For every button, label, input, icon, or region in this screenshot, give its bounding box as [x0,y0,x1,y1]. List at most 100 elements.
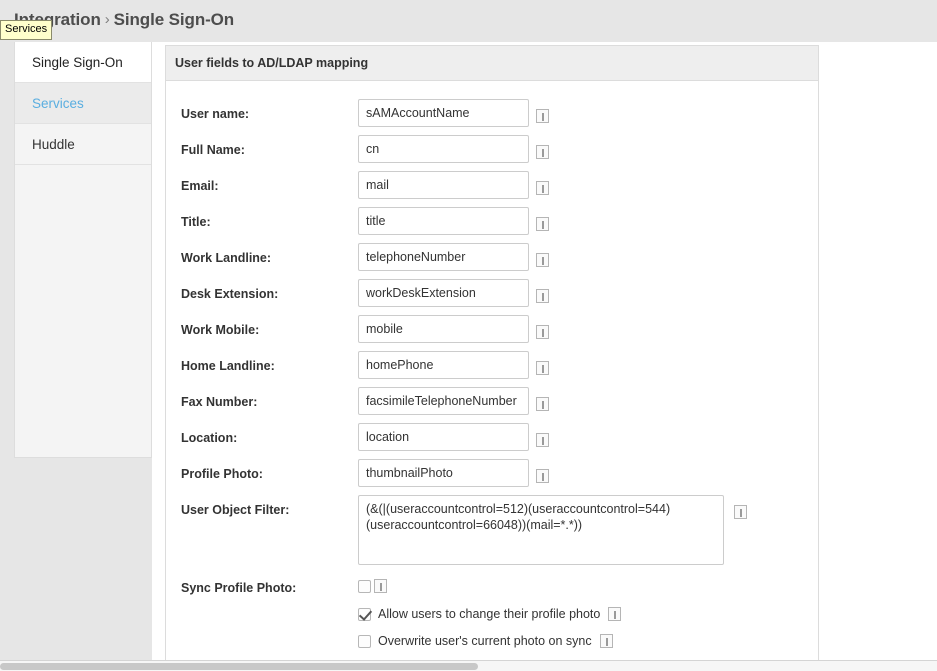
field-control [358,387,529,415]
option-row-overwrite-photo: Overwrite user's current photo on sync [166,631,818,658]
info-wrap [536,395,549,413]
sidebar-item-single-sign-on[interactable]: Single Sign-On [15,42,151,83]
info-icon[interactable] [536,360,549,375]
info-icon[interactable] [536,288,549,303]
home-landline-input[interactable] [358,351,529,379]
field-label: Title: [181,215,211,229]
info-icon[interactable] [536,468,549,483]
full-name-input[interactable] [358,135,529,163]
field-row-user-object-filter: User Object Filter: (&(|(useraccountcont… [166,492,818,576]
field-row-work-mobile: Work Mobile: [166,312,818,348]
field-label: Work Mobile: [181,323,260,337]
field-row-desk-extension: Desk Extension: [166,276,818,312]
field-row-location: Location: [166,420,818,456]
info-wrap [536,467,549,485]
info-wrap [536,179,549,197]
info-icon[interactable] [536,144,549,159]
field-label: Desk Extension: [181,287,279,301]
field-control [358,351,529,379]
info-wrap [536,215,549,233]
overwrite-photo-checkbox[interactable] [358,634,371,648]
page-root: Integration › Single Sign-On Services Sing… [0,0,937,671]
info-wrap [536,143,549,161]
info-wrap [536,431,549,449]
panel-body: User name: Full Name: Email: [166,81,818,658]
field-row-sync-profile-photo: Sync Profile Photo: [166,576,818,604]
sidebar-item-label: Services [32,96,84,111]
allow-change-photo-label: Allow users to change their profile phot… [378,607,601,621]
field-row-work-landline: Work Landline: [166,240,818,276]
field-label: User name: [181,107,250,121]
field-label: Location: [181,431,238,445]
info-icon[interactable] [599,634,613,648]
overwrite-photo-area: Overwrite user's current photo on sync [358,634,613,648]
panel-title: User fields to AD/LDAP mapping [166,46,818,81]
info-icon[interactable] [536,324,549,339]
field-label: User Object Filter: [181,503,290,517]
field-control [358,99,529,127]
fax-number-input[interactable] [358,387,529,415]
field-row-title: Title: [166,204,818,240]
allow-change-photo-area: Allow users to change their profile phot… [358,607,622,621]
work-landline-input[interactable] [358,243,529,271]
title-input[interactable] [358,207,529,235]
user-name-input[interactable] [358,99,529,127]
field-control [358,423,529,451]
field-control [358,135,529,163]
sync-profile-photo-checkbox[interactable] [358,579,371,593]
field-row-full-name: Full Name: [166,132,818,168]
field-row-email: Email: [166,168,818,204]
info-icon[interactable] [734,504,747,519]
work-mobile-input[interactable] [358,315,529,343]
info-icon[interactable] [374,579,387,593]
field-control [358,243,529,271]
field-row-fax-number: Fax Number: [166,384,818,420]
sidebar: Single Sign-On Services Huddle [14,42,152,458]
info-icon[interactable] [536,216,549,231]
main-panel: User fields to AD/LDAP mapping User name… [165,45,819,661]
field-control [358,315,529,343]
desk-extension-input[interactable] [358,279,529,307]
info-wrap [536,323,549,341]
scrollbar-thumb[interactable] [0,663,478,670]
field-row-user-name: User name: [166,96,818,132]
field-control [358,279,529,307]
overwrite-photo-label: Overwrite user's current photo on sync [378,634,592,648]
field-control [358,459,529,487]
info-wrap [536,359,549,377]
allow-change-photo-checkbox[interactable] [358,607,371,621]
field-label: Sync Profile Photo: [181,581,297,595]
info-icon[interactable] [536,432,549,447]
field-row-home-landline: Home Landline: [166,348,818,384]
info-wrap [536,287,549,305]
sync-profile-photo-area [358,579,387,593]
field-control: (&(|(useraccountcontrol=512)(useraccount… [358,495,724,570]
field-label: Fax Number: [181,395,258,409]
info-icon[interactable] [536,108,549,123]
header-band: Integration › Single Sign-On [0,0,937,42]
field-label: Work Landline: [181,251,272,265]
info-icon[interactable] [536,252,549,267]
sidebar-item-label: Huddle [32,137,75,152]
location-input[interactable] [358,423,529,451]
sidebar-filler [15,165,151,166]
breadcrumb-current: Single Sign-On [113,10,235,29]
profile-photo-input[interactable] [358,459,529,487]
field-control [358,171,529,199]
horizontal-scrollbar[interactable] [0,660,937,671]
info-icon[interactable] [608,607,622,621]
sidebar-item-label: Single Sign-On [32,55,123,70]
info-wrap [536,107,549,125]
sidebar-item-huddle[interactable]: Huddle [15,124,151,165]
field-label: Email: [181,179,219,193]
breadcrumb-separator-icon: › [104,11,110,28]
user-object-filter-textarea[interactable]: (&(|(useraccountcontrol=512)(useraccount… [358,495,724,565]
hover-tooltip: Services [0,20,53,40]
field-label: Full Name: [181,143,245,157]
field-label: Profile Photo: [181,467,263,481]
field-label: Home Landline: [181,359,275,373]
info-icon[interactable] [536,180,549,195]
sidebar-item-services[interactable]: Services [15,83,151,124]
info-icon[interactable] [536,396,549,411]
email-input[interactable] [358,171,529,199]
